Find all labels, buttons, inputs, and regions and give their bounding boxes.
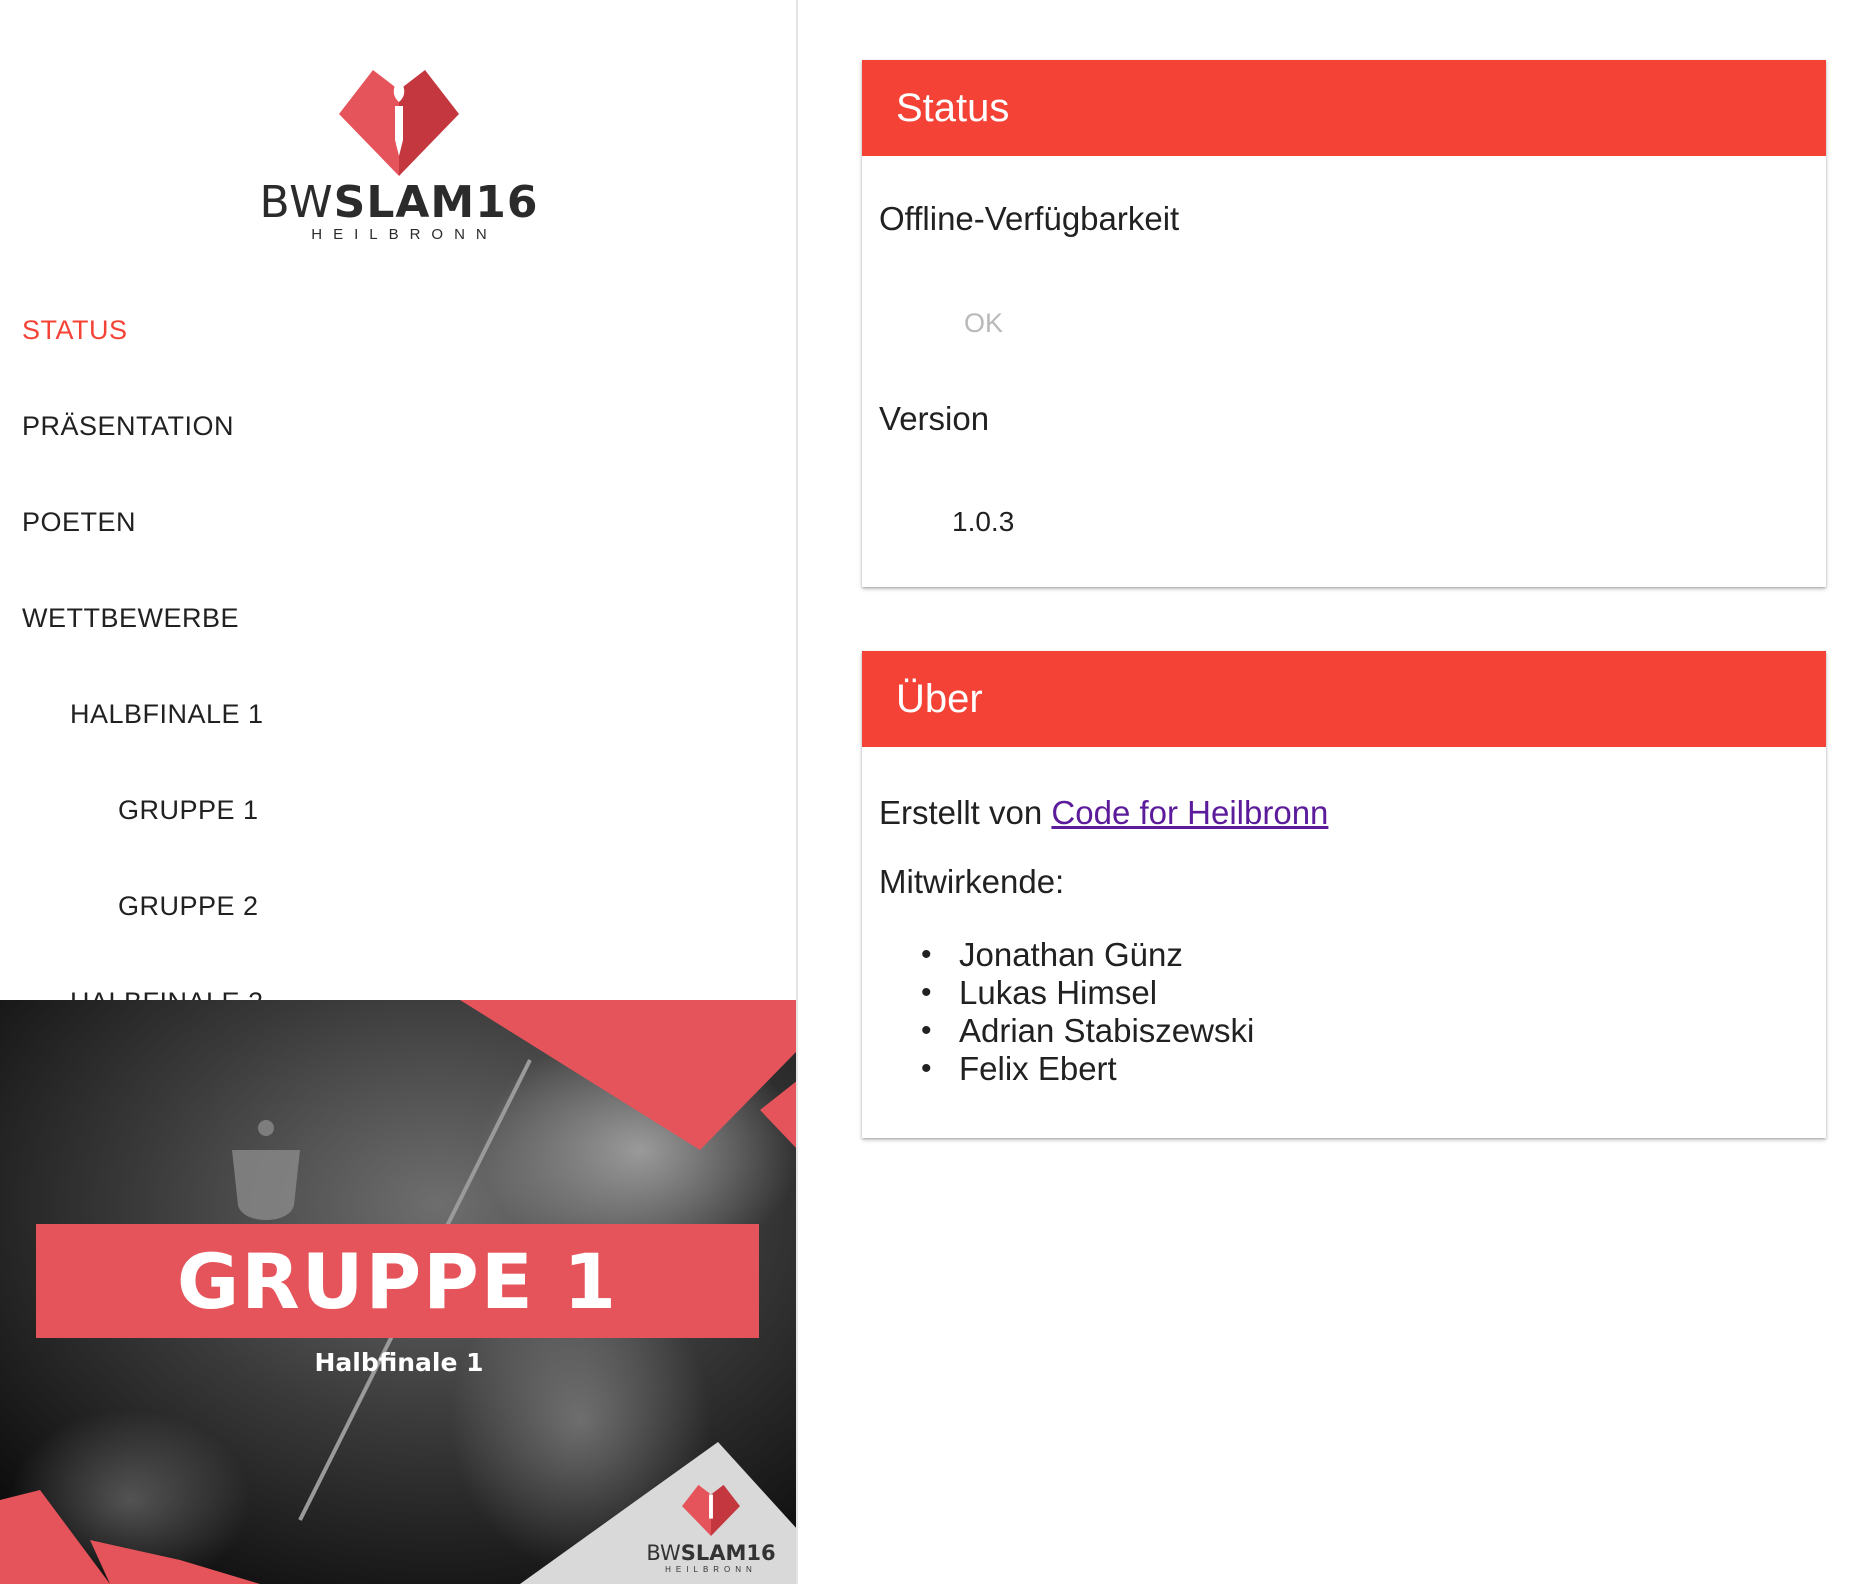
version-value: 1.0.3: [952, 506, 1015, 537]
contributors-label: Mitwirkende:: [879, 863, 1065, 900]
preview-logo-wordmark: BWSLAM16: [646, 1541, 776, 1565]
preview-subtitle: Halbfinale 1: [314, 1348, 484, 1377]
offline-availability-label: Offline-Verfügbarkeit: [879, 200, 1180, 237]
contributors-list: Jonathan Günz Lukas Himsel Adrian Stabis…: [921, 936, 1254, 1088]
contributor-item: Adrian Stabiszewski: [921, 1012, 1254, 1050]
brand-wordmark: BWSLAM16: [259, 177, 539, 228]
status-card: Status Offline-Verfügbarkeit OK Version …: [862, 60, 1826, 587]
preview-logo-subtitle: HEILBRONN: [665, 1565, 757, 1574]
version-label: Version: [879, 400, 990, 437]
preview-logo: BWSLAM16 HEILBRONN: [646, 1480, 776, 1574]
brand-subtitle: HEILBRONN: [311, 226, 498, 243]
about-card-title: Über: [862, 651, 1826, 747]
status-card-title: Status: [862, 60, 1826, 156]
code-for-heilbronn-link[interactable]: Code for Heilbronn: [1051, 794, 1328, 831]
created-by-line: Erstellt von Code for Heilbronn: [879, 794, 1328, 832]
pen-heart-logo-icon: [682, 1484, 740, 1536]
preview-title-banner: GRUPPE 1: [36, 1224, 759, 1338]
preview-title: GRUPPE 1: [176, 1236, 619, 1326]
nav-item-status[interactable]: STATUS: [0, 288, 796, 384]
about-card: Über Erstellt von Code for Heilbronn Mit…: [862, 651, 1826, 1138]
sidebar-nav: STATUS PRÄSENTATION POETEN WETTBEWERBE H…: [0, 288, 796, 1056]
nav-item-gruppe-1[interactable]: GRUPPE 1: [0, 768, 796, 864]
offline-availability-value: OK: [964, 308, 1004, 338]
pen-heart-logo-icon: [339, 70, 459, 176]
nav-item-gruppe-2[interactable]: GRUPPE 2: [0, 864, 796, 960]
brand-logo: BWSLAM16 HEILBRONN: [0, 60, 796, 243]
nav-item-poeten[interactable]: POETEN: [0, 480, 796, 576]
created-by-label: Erstellt von: [879, 794, 1052, 831]
contributor-item: Jonathan Günz: [921, 936, 1254, 974]
nav-item-wettbewerbe[interactable]: WETTBEWERBE: [0, 576, 796, 672]
group-preview-image: GRUPPE 1 Halbfinale 1 BWSLAM16 HEILBRONN: [0, 1000, 796, 1584]
nav-item-praesentation[interactable]: PRÄSENTATION: [0, 384, 796, 480]
contributor-item: Felix Ebert: [921, 1050, 1254, 1088]
contributor-item: Lukas Himsel: [921, 974, 1254, 1012]
navigation-drawer: BWSLAM16 HEILBRONN STATUS PRÄSENTATION P…: [0, 0, 798, 1584]
nav-item-halbfinale-1[interactable]: HALBFINALE 1: [0, 672, 796, 768]
